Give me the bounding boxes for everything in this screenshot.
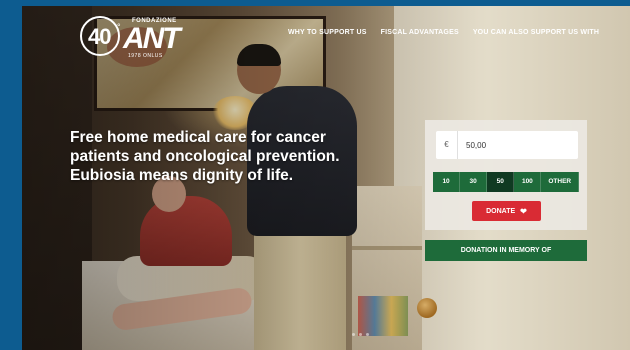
amount-option-10[interactable]: 10	[433, 172, 461, 192]
logo-name: ANT	[123, 22, 181, 55]
hero-headline: Free home medical care for cancer patien…	[70, 128, 360, 185]
headline-line-1: Free home medical care for cancer	[70, 129, 326, 146]
slider-dot[interactable]	[352, 333, 355, 336]
amount-input[interactable]	[458, 139, 578, 151]
nav-fiscal-advantages[interactable]: FISCAL ADVANTAGES	[381, 29, 459, 36]
nav-also-support[interactable]: YOU CAN ALSO SUPPORT US WITH	[473, 29, 599, 36]
slider-dot[interactable]	[359, 333, 362, 336]
hero-page: 40 ° FONDAZIONE ANT 1978 ONLUS WHY TO SU…	[22, 6, 630, 350]
currency-symbol: €	[436, 131, 458, 159]
amount-option-50[interactable]: 50	[487, 172, 515, 192]
amount-field[interactable]: €	[436, 131, 578, 159]
donate-button[interactable]: DONATE ❤	[472, 201, 541, 221]
donation-in-memory-button[interactable]: DONATION IN MEMORY OF	[425, 240, 587, 261]
logo-anniversary-number: 40	[88, 24, 112, 49]
amount-option-30[interactable]: 30	[460, 172, 488, 192]
amount-option-other[interactable]: OTHER	[541, 172, 579, 192]
nav-why-support[interactable]: WHY TO SUPPORT US	[288, 29, 367, 36]
heart-icon: ❤	[520, 206, 527, 216]
slider-dot[interactable]	[366, 333, 369, 336]
amount-options: 10 30 50 100 OTHER	[433, 172, 579, 192]
logo-onlus-text: 1978 ONLUS	[128, 53, 163, 59]
headline-line-3: Eubiosia means dignity of life.	[70, 167, 294, 184]
slider-dots	[352, 333, 369, 336]
main-nav: WHY TO SUPPORT US FISCAL ADVANTAGES YOU …	[288, 29, 599, 36]
ant-logo[interactable]: 40 ° FONDAZIONE ANT 1978 ONLUS	[80, 14, 181, 59]
amount-option-100[interactable]: 100	[514, 172, 542, 192]
headline-line-2: patients and oncological prevention.	[70, 148, 340, 165]
donate-button-label: DONATE	[486, 207, 516, 215]
logo-degree-symbol: °	[117, 22, 121, 32]
donation-panel: € 10 30 50 100 OTHER DONATE ❤	[425, 120, 587, 230]
